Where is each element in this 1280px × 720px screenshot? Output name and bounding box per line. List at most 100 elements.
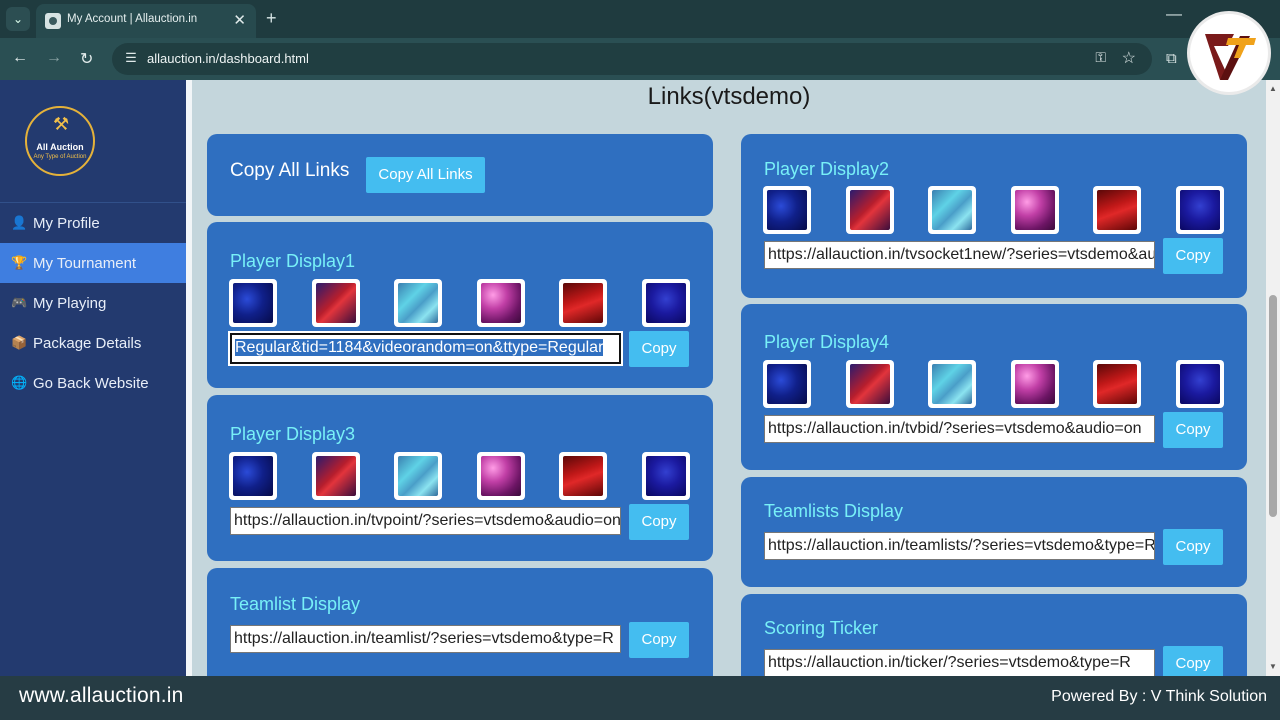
user-icon: 👤: [11, 215, 28, 230]
theme-swatch: [850, 190, 890, 230]
sidebar-item-package-details[interactable]: 📦 Package Details: [0, 323, 186, 363]
teamlist-display-card: Teamlist Display https://allauction.in/t…: [207, 568, 713, 676]
trophy-icon: 🏆: [11, 255, 28, 270]
theme-swatch: [1015, 364, 1055, 404]
theme-option[interactable]: [1093, 186, 1141, 234]
logo-subtitle: Any Type of Auction: [33, 154, 87, 160]
extensions-icon[interactable]: ⧉: [1166, 50, 1177, 67]
copy-button[interactable]: Copy: [1163, 646, 1223, 676]
card-title: Teamlist Display: [230, 594, 361, 614]
page-title: Links(vtsdemo): [647, 83, 811, 110]
card-title: Player Display3: [230, 424, 356, 444]
theme-swatch: [1015, 190, 1055, 230]
theme-option[interactable]: [559, 452, 607, 500]
theme-option[interactable]: [559, 279, 607, 327]
new-tab-icon[interactable]: +: [266, 8, 277, 29]
reload-icon[interactable]: ↻: [80, 49, 93, 69]
theme-option[interactable]: [394, 452, 442, 500]
gavel-icon: ⚒: [53, 114, 70, 134]
theme-swatch: [563, 456, 603, 496]
theme-option[interactable]: [1093, 360, 1141, 408]
logo-title: All Auction: [36, 142, 84, 152]
link-field[interactable]: Regular&tid=1184&videorandom=on&ttype=Re…: [228, 331, 623, 366]
theme-option[interactable]: [846, 186, 894, 234]
gamepad-icon: 🎮: [11, 295, 28, 310]
globe-icon: 🌐: [11, 375, 28, 390]
theme-option[interactable]: [477, 452, 525, 500]
copy-all-links-button[interactable]: Copy All Links: [366, 157, 485, 193]
link-field[interactable]: https://allauction.in/ticker/?series=vts…: [764, 649, 1155, 676]
tab-title: My Account | Allauction.in: [67, 13, 198, 25]
theme-option[interactable]: [312, 452, 360, 500]
theme-option[interactable]: [1176, 186, 1224, 234]
link-field[interactable]: https://allauction.in/teamlists/?series=…: [764, 532, 1155, 560]
copy-button[interactable]: Copy: [629, 504, 689, 540]
theme-option[interactable]: [846, 360, 894, 408]
theme-option[interactable]: [1011, 360, 1059, 408]
theme-option[interactable]: [928, 360, 976, 408]
brand-logo: [1190, 14, 1268, 92]
copy-button[interactable]: Copy: [1163, 412, 1223, 448]
copy-all-card: Copy All Links Copy All Links: [207, 134, 713, 216]
copy-button[interactable]: Copy: [629, 622, 689, 658]
forward-icon[interactable]: →: [46, 49, 62, 67]
theme-option[interactable]: [394, 279, 442, 327]
copy-button[interactable]: Copy: [1163, 529, 1223, 565]
theme-option[interactable]: [928, 186, 976, 234]
theme-swatch: [563, 283, 603, 323]
copy-button[interactable]: Copy: [1163, 238, 1223, 274]
scoring-ticker-card: Scoring Ticker https://allauction.in/tic…: [741, 594, 1247, 676]
theme-option[interactable]: [1176, 360, 1224, 408]
browser-tab[interactable]: My Account | Allauction.in ✕: [36, 4, 256, 38]
theme-swatch: [646, 456, 686, 496]
sidebar-item-go-back-website[interactable]: 🌐 Go Back Website: [0, 363, 186, 403]
scroll-thumb[interactable]: [1269, 295, 1277, 517]
link-field[interactable]: https://allauction.in/tvpoint/?series=vt…: [230, 507, 621, 535]
copy-button[interactable]: Copy: [629, 331, 689, 367]
theme-option[interactable]: [312, 279, 360, 327]
bookmark-star-icon[interactable]: ☆: [1122, 48, 1136, 68]
theme-option[interactable]: [763, 360, 811, 408]
sidebar-item-my-tournament[interactable]: 🏆 My Tournament: [0, 243, 186, 283]
sidebar-item-my-playing[interactable]: 🎮 My Playing: [0, 283, 186, 323]
theme-swatch: [767, 364, 807, 404]
scroll-down-icon[interactable]: ▼: [1269, 662, 1277, 671]
theme-option[interactable]: [642, 452, 690, 500]
theme-swatch: [1180, 364, 1220, 404]
card-title: Player Display2: [764, 159, 890, 179]
player-display-4-card: Player Display4 https://allauction.in/tv…: [741, 304, 1247, 470]
site-info-icon[interactable]: ☰: [122, 50, 140, 68]
theme-option[interactable]: [642, 279, 690, 327]
tab-list-chevron-icon[interactable]: ⌄: [6, 7, 30, 31]
teamlists-display-card: Teamlists Display https://allauction.in/…: [741, 477, 1247, 587]
sidebar-item-label: Package Details: [33, 335, 142, 352]
scroll-up-icon[interactable]: ▲: [1269, 84, 1277, 93]
copy-all-label: Copy All Links: [230, 160, 350, 181]
link-field[interactable]: https://allauction.in/tvbid/?series=vtsd…: [764, 415, 1155, 443]
theme-swatch: [481, 456, 521, 496]
theme-option[interactable]: [229, 279, 277, 327]
back-icon[interactable]: ←: [12, 49, 28, 67]
sidebar-item-label: My Tournament: [33, 255, 137, 272]
url-text[interactable]: allauction.in/dashboard.html: [147, 51, 309, 66]
address-bar[interactable]: ☰ allauction.in/dashboard.html ⚿ ☆: [112, 43, 1152, 75]
theme-swatch: [1180, 190, 1220, 230]
player-display-3-card: Player Display3 https://allauction.in/tv…: [207, 395, 713, 561]
page-scrollbar[interactable]: ▲ ▼: [1266, 80, 1280, 676]
all-auction-logo[interactable]: ⚒ All Auction Any Type of Auction: [25, 106, 95, 176]
close-tab-icon[interactable]: ✕: [233, 11, 246, 29]
link-field[interactable]: https://allauction.in/teamlist/?series=v…: [230, 625, 621, 653]
minimize-icon[interactable]: —: [1166, 6, 1182, 24]
theme-swatch: [316, 456, 356, 496]
sidebar-item-my-profile[interactable]: 👤 My Profile: [0, 203, 186, 243]
theme-option[interactable]: [477, 279, 525, 327]
link-field[interactable]: https://allauction.in/tvsocket1new/?seri…: [764, 241, 1155, 269]
theme-option[interactable]: [763, 186, 811, 234]
theme-option[interactable]: [1011, 186, 1059, 234]
player-display-2-card: Player Display2 https://allauction.in/tv…: [741, 134, 1247, 298]
theme-swatch: [767, 190, 807, 230]
footer-powered-by: Powered By : V Think Solution: [1051, 688, 1267, 705]
password-key-icon[interactable]: ⚿: [1095, 49, 1106, 66]
theme-swatch: [932, 364, 972, 404]
theme-option[interactable]: [229, 452, 277, 500]
